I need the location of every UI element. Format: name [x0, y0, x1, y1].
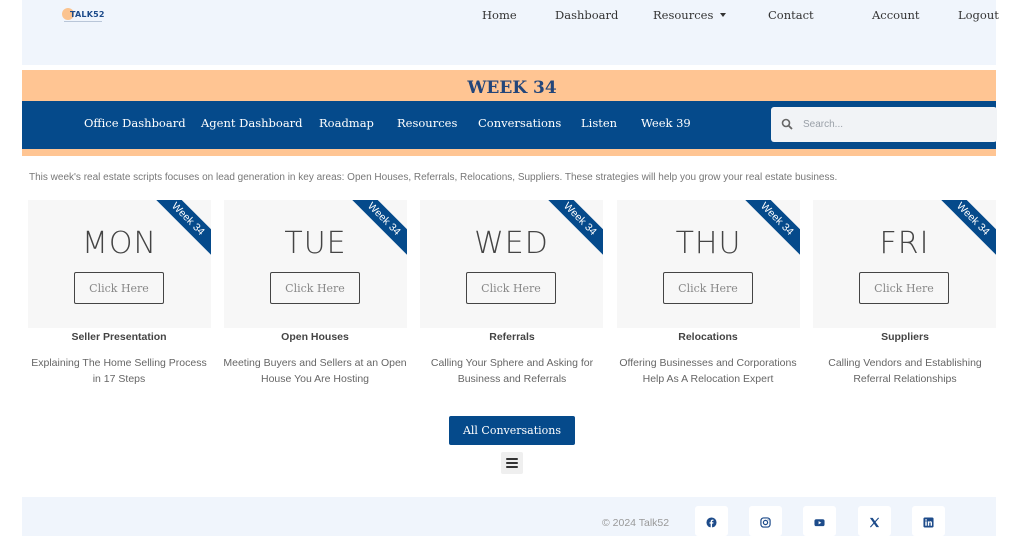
- nav-contact[interactable]: Contact: [768, 8, 814, 22]
- logo-text: TALK52: [70, 9, 105, 19]
- day-card-thu: THU Week 34 Click Here: [617, 200, 800, 328]
- copyright: © 2024 Talk52: [602, 517, 670, 529]
- week-nav: Office Dashboard Agent Dashboard Roadmap…: [22, 101, 997, 149]
- search-icon: [781, 118, 793, 130]
- card-title: Relocations: [678, 331, 738, 343]
- subnav-resources[interactable]: Resources: [397, 116, 457, 130]
- nav-logout[interactable]: Logout: [958, 8, 999, 22]
- day-card-tue: TUE Week 34 Click Here: [224, 200, 407, 328]
- card-title: Seller Presentation: [71, 331, 167, 343]
- card-description-line: Offering Businesses and Corporations: [619, 357, 797, 369]
- card-description-line: Business and Referrals: [457, 372, 567, 385]
- site-footer: © 2024 Talk52: [22, 497, 996, 536]
- nav-account[interactable]: Account: [872, 8, 920, 22]
- card-description-line: Explaining The Home Selling Process: [31, 357, 207, 369]
- card-description: Explaining The Home Selling Process in 17…: [19, 356, 219, 387]
- card-description-line: House You Are Hosting: [261, 372, 369, 385]
- x-link[interactable]: [858, 506, 891, 536]
- all-conversations-button[interactable]: All Conversations: [449, 416, 575, 445]
- subnav-agent-dashboard[interactable]: Agent Dashboard: [201, 116, 303, 130]
- hamburger-menu-icon[interactable]: [501, 452, 523, 474]
- day-label: THU: [675, 226, 742, 261]
- subnav-conversations[interactable]: Conversations: [478, 116, 561, 130]
- card-description-line: in 17 Steps: [92, 372, 146, 385]
- nav-resources[interactable]: Resources: [653, 8, 727, 22]
- nav-dashboard[interactable]: Dashboard: [555, 8, 618, 22]
- card-description-line: Help As A Relocation Expert: [642, 372, 774, 385]
- facebook-icon: [706, 517, 717, 528]
- nav-home[interactable]: Home: [482, 8, 517, 22]
- subnav-listen[interactable]: Listen: [581, 116, 617, 130]
- card-description: Calling Vendors and Establishing Referral…: [805, 356, 1005, 387]
- hamburger-line: [506, 462, 518, 464]
- x-icon: [869, 517, 880, 528]
- click-here-button[interactable]: Click Here: [859, 272, 949, 304]
- day-label: FRI: [879, 226, 930, 261]
- nav-resources-label: Resources: [653, 8, 714, 22]
- card-description-line: Calling Vendors and Establishing: [828, 357, 982, 369]
- card-title: Referrals: [489, 331, 535, 343]
- day-card-fri: FRI Week 34 Click Here: [813, 200, 996, 328]
- facebook-link[interactable]: [695, 506, 728, 536]
- hamburger-line: [506, 458, 518, 460]
- youtube-icon: [814, 519, 825, 527]
- subnav-roadmap[interactable]: Roadmap: [319, 116, 374, 130]
- card-description: Calling Your Sphere and Asking for Busine…: [412, 356, 612, 387]
- click-here-button[interactable]: Click Here: [466, 272, 556, 304]
- linkedin-link[interactable]: [912, 506, 945, 536]
- hamburger-line: [506, 466, 518, 468]
- logo[interactable]: TALK52: [62, 8, 105, 22]
- card-description: Offering Businesses and Corporations Help…: [608, 356, 808, 387]
- intro-text: This week's real estate scripts focuses …: [29, 172, 838, 183]
- card-description-line: Meeting Buyers and Sellers at an Open: [223, 357, 407, 369]
- search-box: [771, 107, 997, 142]
- day-label: MON: [82, 226, 157, 261]
- site-header: TALK52 Home Dashboard Resources Contact …: [22, 0, 999, 65]
- day-label: TUE: [284, 226, 347, 261]
- card-title: Suppliers: [881, 331, 929, 343]
- click-here-button[interactable]: Click Here: [74, 272, 164, 304]
- instagram-link[interactable]: [749, 506, 782, 536]
- youtube-link[interactable]: [803, 506, 836, 536]
- click-here-button[interactable]: Click Here: [663, 272, 753, 304]
- caret-down-icon: [720, 13, 727, 17]
- subnav-week-39[interactable]: Week 39: [641, 116, 691, 130]
- card-description: Meeting Buyers and Sellers at an Open Hou…: [215, 356, 415, 387]
- card-description-line: Referral Relationships: [853, 372, 957, 385]
- day-card-wed: WED Week 34 Click Here: [420, 200, 603, 328]
- click-here-button[interactable]: Click Here: [270, 272, 360, 304]
- search-input[interactable]: [803, 115, 988, 134]
- subnav-office-dashboard[interactable]: Office Dashboard: [84, 116, 186, 130]
- day-label: WED: [474, 226, 549, 261]
- day-card-mon: MON Week 34 Click Here: [28, 200, 211, 328]
- page: TALK52 Home Dashboard Resources Contact …: [0, 0, 1024, 536]
- week-title: WEEK 34: [467, 78, 557, 98]
- linkedin-icon: [923, 517, 934, 528]
- instagram-icon: [760, 517, 771, 528]
- logo-tagline: [64, 21, 102, 22]
- card-description-line: Calling Your Sphere and Asking for: [430, 357, 594, 369]
- card-title: Open Houses: [281, 331, 349, 343]
